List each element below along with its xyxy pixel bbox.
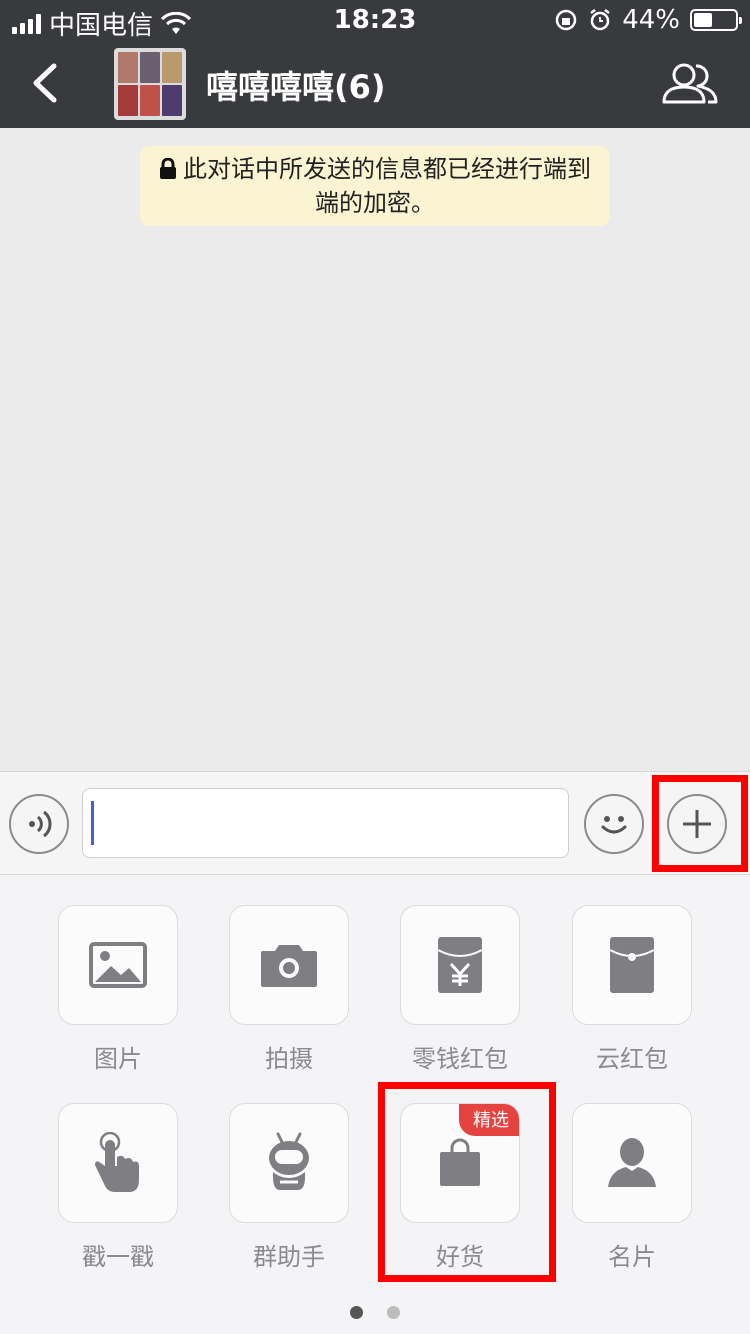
- battery-fill: [694, 13, 712, 27]
- panel-item-contact-card[interactable]: 名片: [572, 1103, 692, 1272]
- page-title: 嘻嘻嘻嘻(6): [206, 68, 386, 106]
- group-members-button[interactable]: [660, 58, 720, 108]
- panel-item-label: 拍摄: [265, 1045, 313, 1073]
- image-icon: [89, 942, 147, 988]
- status-right: 44%: [554, 5, 742, 35]
- panel-item-cloud-red-packet-box[interactable]: [572, 905, 692, 1025]
- orientation-lock-icon: [555, 9, 577, 31]
- panel-item-image[interactable]: 图片: [58, 905, 178, 1074]
- group-avatar[interactable]: [114, 48, 186, 120]
- battery-icon: [690, 9, 742, 31]
- input-bar: [0, 771, 750, 875]
- function-panel: 图片 拍摄 零钱红包 云红包 戳一戳 群助手 精选 好货 名片: [0, 875, 750, 1334]
- emoji-icon: [601, 816, 627, 834]
- highlight-box-goods: [378, 1082, 556, 1282]
- red-packet-icon: [609, 937, 655, 993]
- page-indicator: [0, 1306, 750, 1319]
- panel-item-red-packet-yuan[interactable]: 零钱红包: [400, 905, 520, 1074]
- alarm-icon: [590, 9, 610, 31]
- status-bar: 中国电信 18:23 44%: [0, 0, 750, 41]
- page-dot-2[interactable]: [387, 1306, 400, 1319]
- panel-item-cloud-red-packet[interactable]: 云红包: [572, 905, 692, 1074]
- highlight-box-plus: [652, 775, 748, 872]
- contact-card-icon: [608, 1138, 656, 1187]
- encryption-notice-text: 此对话中所发送的信息都已经进行端到端的加密。: [183, 155, 591, 217]
- camera-icon: [261, 945, 317, 987]
- panel-item-label: 图片: [94, 1045, 142, 1073]
- panel-item-poke[interactable]: 戳一戳: [58, 1103, 178, 1272]
- panel-item-label: 群助手: [253, 1243, 325, 1271]
- panel-item-camera[interactable]: 拍摄: [229, 905, 349, 1074]
- panel-item-label: 零钱红包: [412, 1045, 508, 1073]
- panel-item-group-assistant-box[interactable]: [229, 1103, 349, 1223]
- tap-hand-icon: [95, 1132, 139, 1192]
- chat-area[interactable]: 此对话中所发送的信息都已经进行端到端的加密。: [0, 128, 750, 771]
- panel-item-label: 云红包: [596, 1045, 668, 1073]
- lock-icon: [160, 158, 176, 179]
- panel-item-red-packet-yuan-box[interactable]: [400, 905, 520, 1025]
- panel-item-image-box[interactable]: [58, 905, 178, 1025]
- battery-percent: 44%: [622, 5, 680, 35]
- nav-bar: 嘻嘻嘻嘻(6): [0, 40, 750, 128]
- red-packet-yuan-icon: [437, 937, 483, 993]
- panel-item-label: 名片: [608, 1243, 656, 1271]
- voice-icon: [29, 810, 52, 838]
- back-button[interactable]: [22, 58, 72, 108]
- panel-item-label: 戳一戳: [82, 1243, 154, 1271]
- panel-item-group-assistant[interactable]: 群助手: [229, 1103, 349, 1272]
- voice-button[interactable]: [9, 794, 69, 854]
- emoji-button[interactable]: [584, 794, 644, 854]
- robot-icon: [269, 1132, 309, 1190]
- encryption-notice: 此对话中所发送的信息都已经进行端到端的加密。: [140, 146, 610, 226]
- panel-item-contact-card-box[interactable]: [572, 1103, 692, 1223]
- message-input[interactable]: [82, 788, 569, 858]
- panel-item-camera-box[interactable]: [229, 905, 349, 1025]
- text-caret: [91, 801, 94, 845]
- page-dot-1[interactable]: [350, 1306, 363, 1319]
- panel-item-poke-box[interactable]: [58, 1103, 178, 1223]
